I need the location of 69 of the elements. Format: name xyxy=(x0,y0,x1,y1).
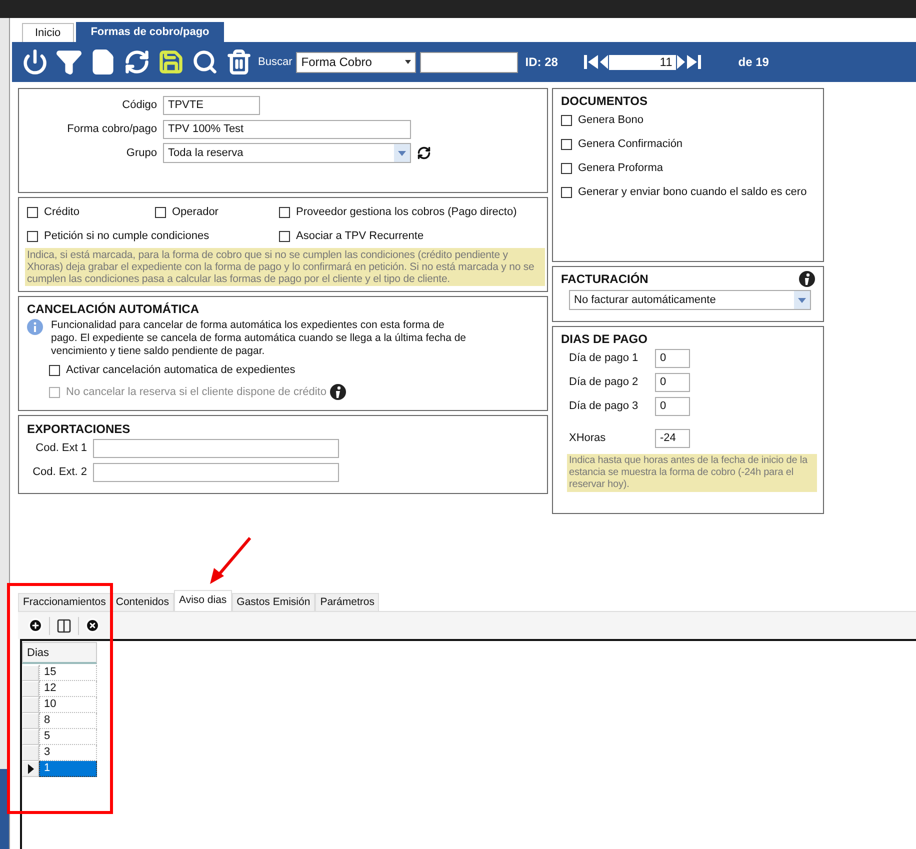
checkbox[interactable]: Asociar a TPV Recurrente xyxy=(279,224,545,248)
field-label: XHoras xyxy=(568,432,607,444)
section-title: CANCELACIÓN AUTOMÁTICA xyxy=(27,302,200,316)
field-label: Código xyxy=(121,99,157,111)
info-icon[interactable] xyxy=(330,384,346,400)
tab[interactable]: Fraccionamientos xyxy=(18,593,111,611)
checkbox[interactable]: Genera Bono xyxy=(561,108,815,132)
tab[interactable]: Formas de cobro/pago xyxy=(76,22,224,42)
tab[interactable]: Contenidos xyxy=(110,593,174,611)
checkbox[interactable]: Genera Proforma xyxy=(561,156,815,180)
number-field[interactable]: -24 xyxy=(655,428,690,448)
number-field[interactable]: 0 xyxy=(655,396,690,416)
text-field[interactable] xyxy=(93,438,339,458)
field-label: Cod. Ext. 2 xyxy=(32,466,87,478)
checkbox[interactable]: Generar y enviar bono cuando el saldo es cero xyxy=(561,180,815,204)
text-field[interactable] xyxy=(93,462,339,482)
first-record-icon[interactable] xyxy=(583,54,600,70)
help-note: Indica, si está marcada, para la forma de cobro que si no se cumplen las condiciones (crédito pendiente y Xhoras) deja grabar el expediente con la forma de pago y lo confirmará en petición. Si no está marcada y no se cumplen las condiciones pasa a calcular las formas de pago por el cliente y el tipo de cliente. xyxy=(25,248,545,286)
table-cell[interactable]: 5 xyxy=(39,729,97,745)
info-icon[interactable] xyxy=(799,271,815,287)
table-cell[interactable]: 10 xyxy=(39,697,97,713)
checkbox[interactable]: Genera Confirmación xyxy=(561,132,815,156)
group-select[interactable]: Toda la reserva xyxy=(163,143,411,163)
checkbox[interactable]: Activar cancelación automatica de expedientes xyxy=(49,358,296,382)
tab[interactable]: Parámetros xyxy=(315,593,380,611)
table-cell[interactable]: 3 xyxy=(39,745,97,761)
checkbox[interactable]: Operador xyxy=(155,200,279,224)
table-cell[interactable]: 12 xyxy=(39,681,97,697)
section-title: FACTURACIÓN xyxy=(561,272,648,286)
text-field[interactable]: TPV 100% Test xyxy=(163,120,411,138)
checkbox: No cancelar la reserva si el cliente dispone de crédito xyxy=(49,380,326,404)
field-label: Día de pago 1 xyxy=(568,352,640,364)
record-id: ID: 28 xyxy=(525,55,559,69)
description: Funcionalidad para cancelar de forma automática los expedientes con esta forma de pago. El expediente se cancela de forma automática cuando se llega a la última fecha de vencimiento y tiene saldo pendiente de pagar. xyxy=(51,319,468,358)
table-cell[interactable]: 15 xyxy=(39,665,97,681)
info-icon xyxy=(27,319,43,335)
table-cell[interactable]: 1 xyxy=(39,761,97,777)
number-field[interactable]: 0 xyxy=(655,348,690,368)
field-label: Cod. Ext 1 xyxy=(34,442,87,454)
number-field[interactable]: 0 xyxy=(655,372,690,392)
row-header[interactable] xyxy=(22,761,39,777)
checkbox[interactable]: Petición si no cumple condiciones xyxy=(27,224,279,248)
field-label: Forma cobro/pago xyxy=(66,123,157,135)
text-field[interactable]: TPVTE xyxy=(163,96,260,114)
section-title: EXPORTACIONES xyxy=(27,422,132,436)
field-label: Día de pago 2 xyxy=(568,376,640,388)
checkbox[interactable]: Crédito xyxy=(27,200,155,224)
tab[interactable]: Aviso dias xyxy=(174,590,232,611)
search-type-select[interactable]: Forma Cobro xyxy=(296,52,416,72)
help-note: Indica hasta que horas antes de la fecha de inicio de la estancia se muestra la forma de cobro (-24h para el reservar hoy). xyxy=(567,454,817,492)
refresh-icon[interactable] xyxy=(417,146,431,160)
last-record-icon[interactable] xyxy=(686,54,702,70)
search-field[interactable] xyxy=(420,52,518,72)
field-label: Día de pago 3 xyxy=(568,400,640,412)
checkbox[interactable]: Proveedor gestiona los cobros (Pago directo) xyxy=(279,200,545,224)
columns-icon[interactable] xyxy=(56,618,72,634)
add-icon[interactable] xyxy=(28,618,43,633)
section-title: DIAS DE PAGO xyxy=(561,332,648,346)
record-total: de 19 xyxy=(738,55,769,69)
remove-icon[interactable] xyxy=(85,618,100,633)
search-label: Buscar xyxy=(258,56,292,68)
billing-select[interactable]: No facturar automáticamente xyxy=(569,290,811,310)
current-row-icon xyxy=(28,764,34,774)
column-header[interactable]: Dias xyxy=(22,642,97,664)
field-label: Grupo xyxy=(125,147,157,159)
section-title: DOCUMENTOS xyxy=(561,94,648,108)
tab[interactable]: Gastos Emisión xyxy=(232,593,316,611)
table-cell[interactable]: 8 xyxy=(39,713,97,729)
tab[interactable]: Inicio xyxy=(22,23,74,42)
